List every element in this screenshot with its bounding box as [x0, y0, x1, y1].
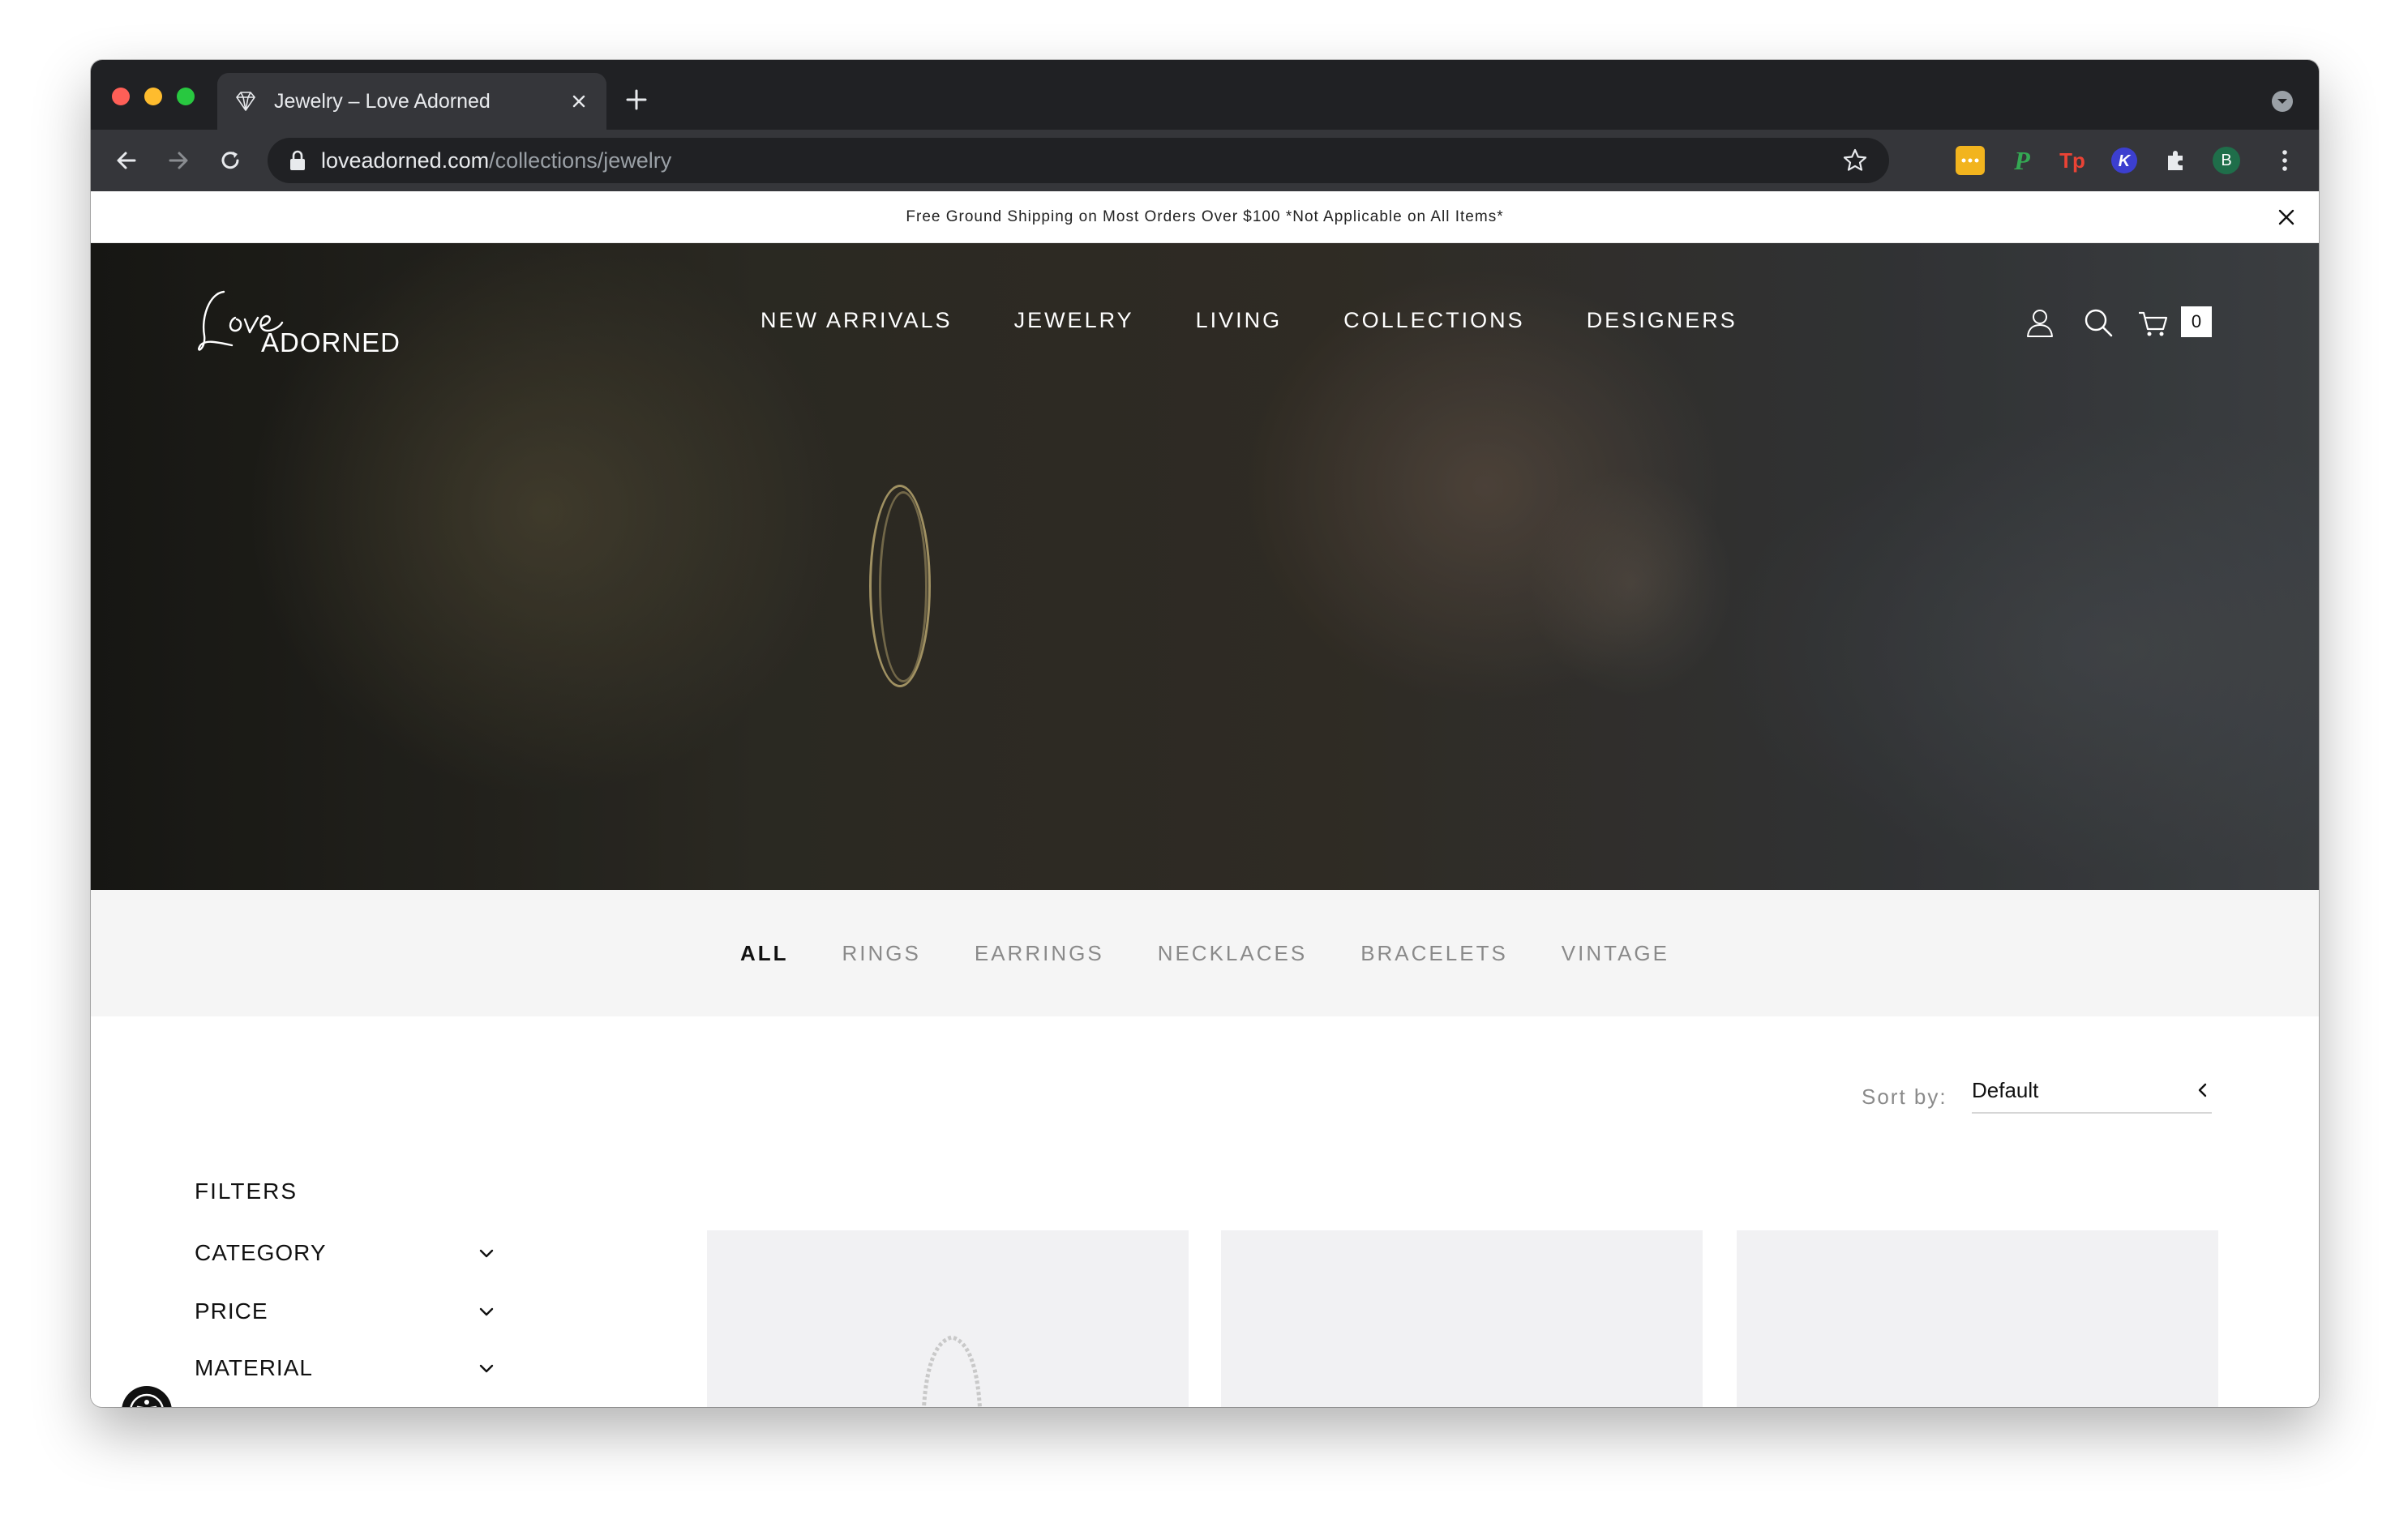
extension-k-icon[interactable]: K — [2110, 146, 2139, 175]
chevron-down-icon — [479, 1364, 494, 1373]
product-card[interactable] — [1737, 1230, 2218, 1407]
filters-heading: FILTERS — [195, 1178, 298, 1204]
nav-collections[interactable]: COLLECTIONS — [1343, 308, 1525, 333]
sort-dropdown[interactable]: Default — [1972, 1068, 2212, 1114]
browser-window: Jewelry – Love Adorned loveadorned.com /… — [91, 60, 2319, 1407]
category-tabs: ALL RINGS EARRINGS NECKLACES BRACELETS V… — [91, 890, 2319, 1016]
chevron-down-icon — [479, 1249, 494, 1258]
filter-material[interactable]: MATERIAL — [195, 1352, 496, 1384]
maximize-window-button[interactable] — [177, 88, 195, 105]
tab-title: Jewelry – Love Adorned — [274, 89, 491, 113]
main-navigation: NEW ARRIVALS JEWELRY LIVING COLLECTIONS … — [761, 308, 1737, 333]
nav-designers[interactable]: DESIGNERS — [1587, 308, 1737, 333]
chevron-left-icon — [2198, 1083, 2207, 1097]
new-tab-plus-icon[interactable] — [621, 84, 652, 115]
bookmark-star-icon[interactable] — [1842, 148, 1868, 173]
sort-value: Default — [1972, 1077, 2039, 1102]
address-bar[interactable]: loveadorned.com/collections/jewelry — [268, 138, 1889, 183]
forward-arrow-icon[interactable] — [164, 146, 193, 175]
diamond-favicon-icon — [236, 92, 255, 111]
extension-p-icon[interactable]: P — [2007, 146, 2037, 175]
filter-category[interactable]: CATEGORY — [195, 1237, 496, 1269]
tab-rings[interactable]: RINGS — [842, 941, 921, 966]
tab-necklaces[interactable]: NECKLACES — [1158, 941, 1308, 966]
web-page: Free Ground Shipping on Most Orders Over… — [91, 191, 2319, 1407]
url-path: /collections/jewelry — [489, 148, 672, 173]
minimize-window-button[interactable] — [144, 88, 162, 105]
tab-all[interactable]: ALL — [740, 941, 789, 966]
cart-count-badge: 0 — [2181, 306, 2212, 337]
kebab-menu-icon[interactable] — [2270, 146, 2299, 175]
product-card[interactable] — [707, 1230, 1189, 1407]
filter-label: CATEGORY — [195, 1240, 327, 1265]
extensions-puzzle-icon[interactable] — [2162, 146, 2191, 175]
browser-toolbar: loveadorned.com/collections/jewelry P Tp… — [91, 130, 2319, 191]
hoop-earring-image — [879, 491, 928, 682]
svg-text:K: K — [2119, 152, 2132, 170]
site-logo[interactable]: ADORNED — [193, 285, 400, 363]
close-icon[interactable] — [568, 90, 590, 113]
back-arrow-icon[interactable] — [112, 146, 141, 175]
hero-banner: ADORNED NEW ARRIVALS JEWELRY LIVING COLL… — [91, 243, 2319, 890]
lock-icon — [290, 150, 305, 170]
account-user-icon[interactable] — [2024, 306, 2056, 339]
announcement-text: Free Ground Shipping on Most Orders Over… — [906, 207, 1504, 225]
url-host: loveadorned.com — [321, 148, 490, 173]
accessibility-button[interactable] — [122, 1386, 172, 1407]
profile-initial: B — [2221, 151, 2232, 169]
accessibility-person-icon — [130, 1393, 164, 1407]
extension-note-icon[interactable] — [1956, 146, 1985, 175]
tab-strip: Jewelry – Love Adorned — [91, 60, 2319, 130]
logo-wordmark: ADORNED — [261, 327, 401, 357]
chain-necklace-image — [922, 1335, 982, 1407]
tab-vintage[interactable]: VINTAGE — [1562, 941, 1669, 966]
sort-label: Sort by: — [1862, 1084, 1947, 1109]
tab-search-chevron-icon[interactable] — [2270, 89, 2294, 113]
announcement-bar: Free Ground Shipping on Most Orders Over… — [91, 191, 2319, 243]
profile-avatar[interactable]: B — [2212, 146, 2241, 175]
nav-new-arrivals[interactable]: NEW ARRIVALS — [761, 308, 953, 333]
cart-icon[interactable] — [2137, 306, 2170, 339]
tab-earrings[interactable]: EARRINGS — [975, 941, 1104, 966]
filter-price[interactable]: PRICE — [195, 1295, 496, 1328]
reload-icon[interactable] — [216, 146, 245, 175]
close-window-button[interactable] — [112, 88, 130, 105]
filter-label: MATERIAL — [195, 1355, 313, 1380]
tab-bracelets[interactable]: BRACELETS — [1360, 941, 1508, 966]
hero-image-overlay — [91, 243, 2319, 890]
nav-living[interactable]: LIVING — [1196, 308, 1283, 333]
extension-tp-icon[interactable]: Tp — [2058, 146, 2087, 175]
filter-label: PRICE — [195, 1298, 268, 1324]
chevron-down-icon — [479, 1307, 494, 1316]
search-icon[interactable] — [2082, 306, 2114, 339]
nav-jewelry[interactable]: JEWELRY — [1014, 308, 1134, 333]
active-tab[interactable]: Jewelry – Love Adorned — [217, 73, 606, 130]
close-icon[interactable] — [2277, 207, 2296, 227]
product-card[interactable] — [1221, 1230, 1703, 1407]
